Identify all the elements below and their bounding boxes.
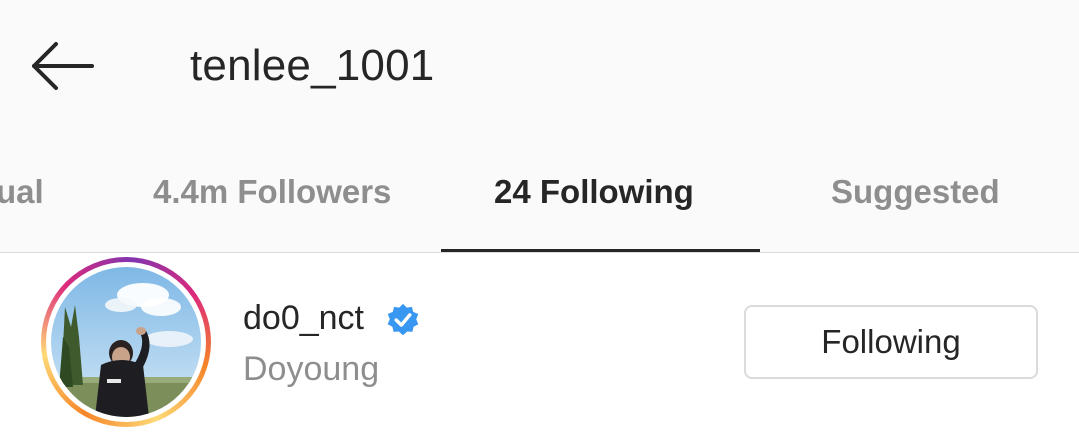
- top-bar: tenlee_1001 ual 4.4m Followers 24 Follow…: [0, 0, 1079, 253]
- story-ring[interactable]: [41, 257, 211, 427]
- username[interactable]: do0_nct: [243, 296, 364, 340]
- tab-suggested[interactable]: Suggested: [831, 166, 1000, 218]
- following-button[interactable]: Following: [744, 305, 1038, 379]
- active-tab-indicator: [441, 249, 760, 252]
- tab-following[interactable]: 24 Following: [494, 166, 694, 218]
- tab-mutual[interactable]: ual: [0, 166, 44, 218]
- back-button[interactable]: [22, 36, 102, 96]
- profile-photo: [51, 267, 201, 417]
- tab-followers[interactable]: 4.4m Followers: [153, 166, 391, 218]
- full-name: Doyoung: [243, 350, 380, 388]
- page-title: tenlee_1001: [190, 41, 435, 90]
- verified-badge-icon: [387, 303, 419, 336]
- avatar: [51, 267, 201, 417]
- arrow-left-icon: [32, 42, 94, 90]
